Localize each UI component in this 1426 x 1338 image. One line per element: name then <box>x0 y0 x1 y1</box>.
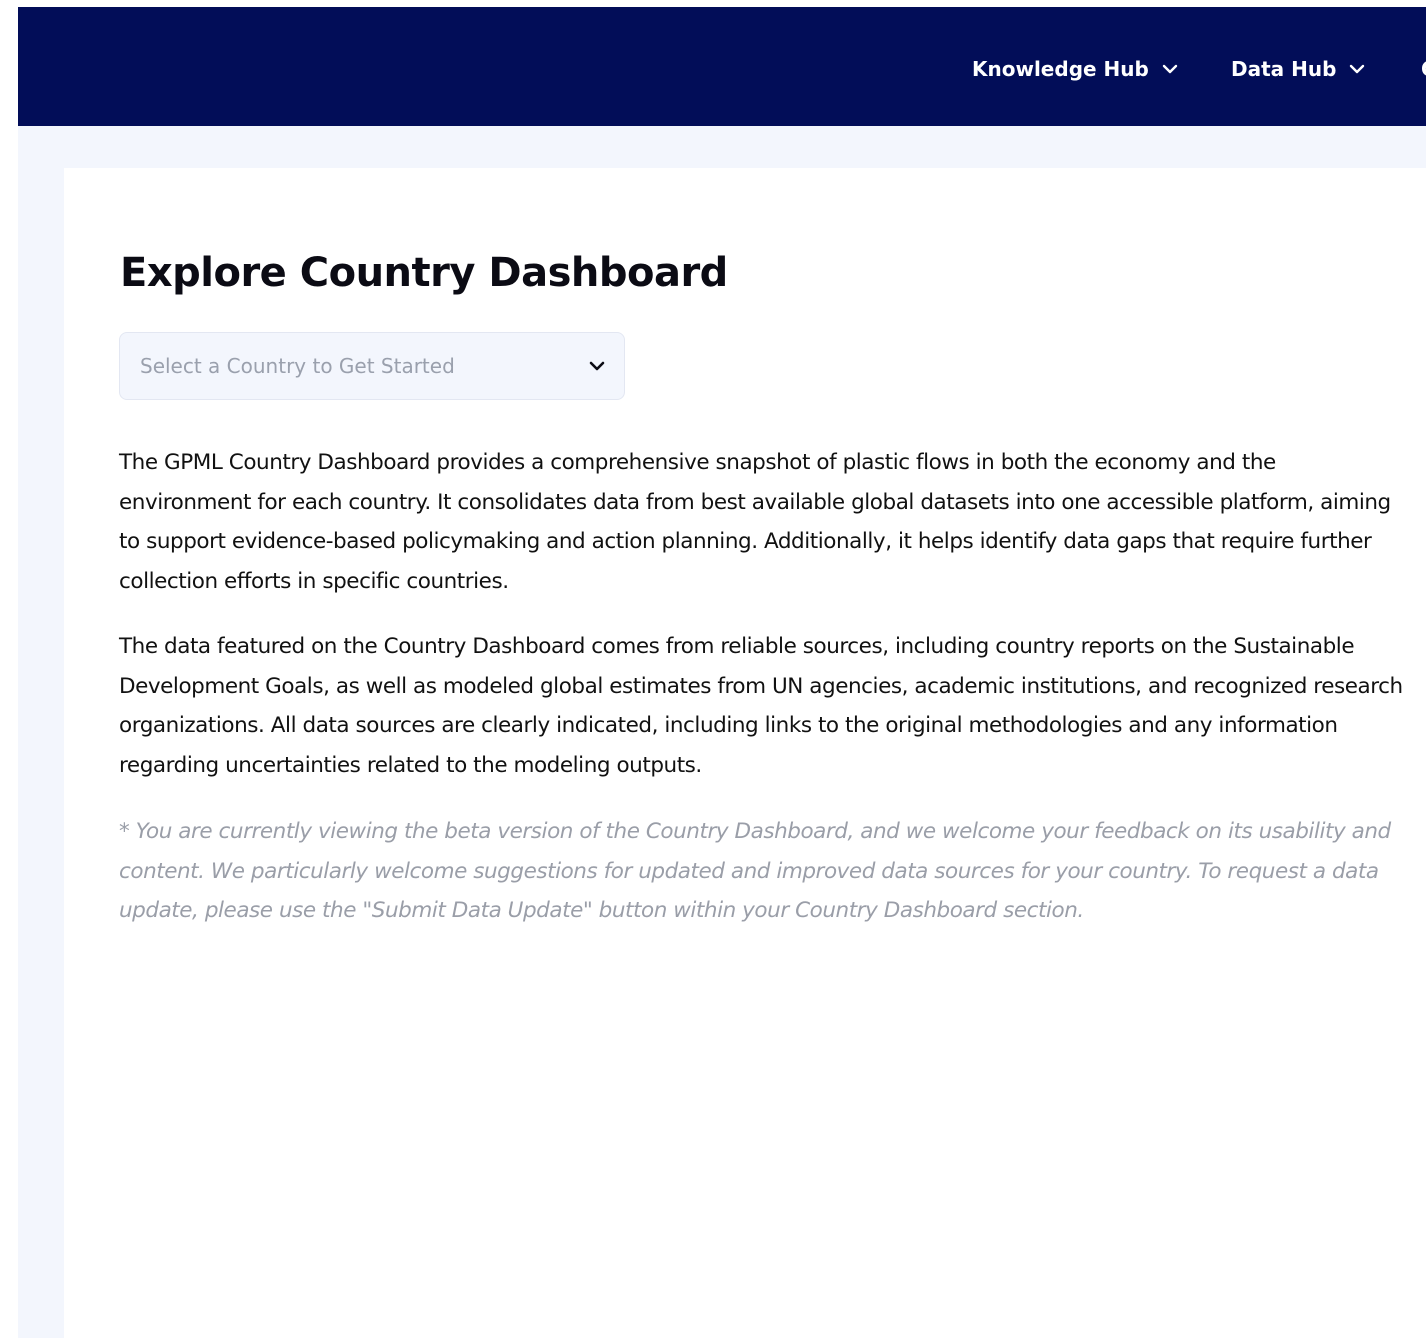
country-select-placeholder: Select a Country to Get Started <box>140 354 455 378</box>
nav-data-hub-label: Data Hub <box>1231 57 1337 81</box>
sources-paragraph: The data featured on the Country Dashboa… <box>119 634 1403 778</box>
intro-paragraph: The GPML Country Dashboard provides a co… <box>119 450 1391 594</box>
chevron-down-icon <box>1162 64 1178 74</box>
country-select[interactable]: Select a Country to Get Started <box>119 332 625 400</box>
beta-note: * You are currently viewing the beta ver… <box>119 819 1391 923</box>
nav-item-truncated[interactable]: C <box>1421 57 1426 81</box>
nav-data-hub[interactable]: Data Hub <box>1231 57 1366 81</box>
nav-knowledge-hub[interactable]: Knowledge Hub <box>972 57 1179 81</box>
nav-knowledge-hub-label: Knowledge Hub <box>972 57 1149 81</box>
chevron-down-icon <box>1350 64 1365 74</box>
left-margin <box>0 0 18 1338</box>
top-navbar: Knowledge Hub Data Hub C <box>18 7 1426 126</box>
page-title: Explore Country Dashboard <box>120 250 728 296</box>
chevron-down-icon <box>589 361 605 371</box>
